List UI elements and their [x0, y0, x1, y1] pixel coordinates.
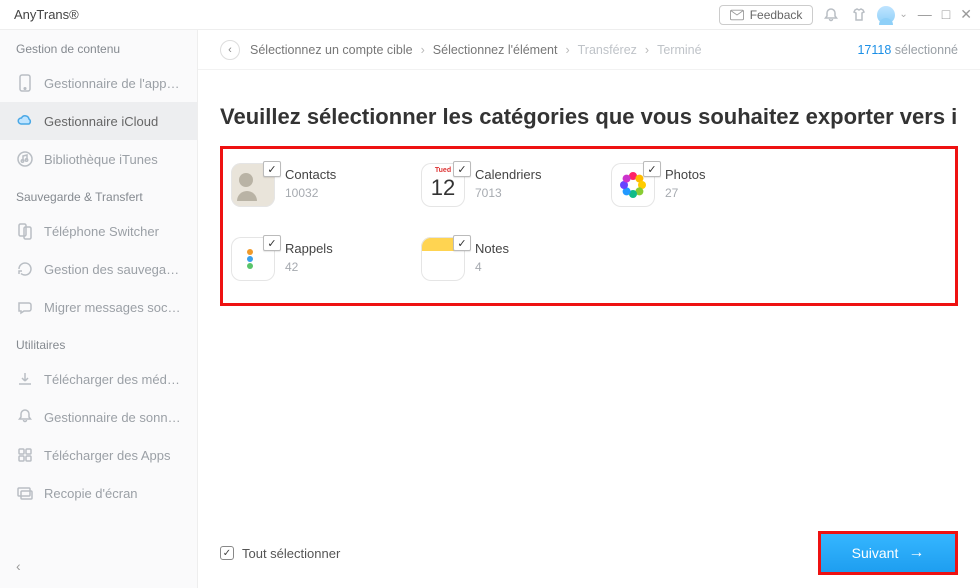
collapse-sidebar-button[interactable]: ‹ [0, 548, 197, 588]
next-button[interactable]: Suivant → [821, 534, 955, 572]
main: ‹ Sélectionnez un compte cible › Sélecti… [198, 30, 980, 588]
sidebar-item-label: Bibliothèque iTunes [44, 152, 158, 167]
sidebar-item-device-manager[interactable]: Gestionnaire de l'appareil [0, 64, 197, 102]
category-label: Contacts [285, 167, 336, 182]
category-photos[interactable]: ✓ Photos 27 [611, 163, 761, 207]
category-label: Calendriers [475, 167, 541, 182]
category-label: Rappels [285, 241, 333, 256]
selection-count: 17118 sélectionné [857, 43, 958, 57]
sidebar-group-utilities: Utilitaires [0, 326, 197, 360]
feedback-button[interactable]: Feedback [719, 5, 814, 25]
maximize-button[interactable]: □ [942, 6, 950, 23]
chevron-down-icon[interactable]: ⌄ [899, 9, 907, 20]
chevron-right-icon: › [645, 43, 649, 57]
category-contacts[interactable]: ✓ Contacts 10032 [231, 163, 381, 207]
sidebar-item-screen-copy[interactable]: Recopie d'écran [0, 474, 197, 512]
sidebar-item-icloud-manager[interactable]: Gestionnaire iCloud [0, 102, 197, 140]
checkbox-icon[interactable]: ✓ [643, 161, 661, 177]
titlebar: AnyTrans® Feedback ⌄ — □ ✕ [0, 0, 980, 30]
bell-icon[interactable] [821, 5, 841, 25]
checkbox-icon[interactable]: ✓ [453, 161, 471, 177]
close-button[interactable]: ✕ [960, 6, 972, 23]
sidebar-item-label: Gestionnaire de l'appareil [44, 76, 181, 91]
sidebar-item-label: Gestionnaire iCloud [44, 114, 158, 129]
feedback-label: Feedback [750, 8, 803, 22]
category-label: Notes [475, 241, 509, 256]
mail-icon [730, 9, 744, 21]
checkbox-icon: ✓ [220, 546, 234, 560]
category-reminders[interactable]: ✓ Rappels 42 [231, 237, 381, 281]
category-count: 27 [665, 186, 705, 200]
sidebar-item-ringtone-manager[interactable]: Gestionnaire de sonnerie [0, 398, 197, 436]
categories-grid: ✓ Contacts 10032 Tued 12 ✓ [231, 163, 947, 281]
reminders-icon: ✓ [231, 237, 275, 281]
sidebar-item-itunes-library[interactable]: Bibliothèque iTunes [0, 140, 197, 178]
minimize-button[interactable]: — [918, 6, 932, 23]
contacts-icon: ✓ [231, 163, 275, 207]
breadcrumb-step: Terminé [657, 43, 701, 57]
sidebar-item-media-download[interactable]: Télécharger des médias [0, 360, 197, 398]
checkbox-icon[interactable]: ✓ [453, 235, 471, 251]
calendar-icon: Tued 12 ✓ [421, 163, 465, 207]
chevron-right-icon: › [565, 43, 569, 57]
breadcrumb: ‹ Sélectionnez un compte cible › Sélecti… [198, 30, 980, 70]
arrow-right-icon: → [908, 544, 924, 562]
sidebar-item-label: Migrer messages sociaux [44, 300, 181, 315]
sidebar-item-label: Télécharger des Apps [44, 448, 170, 463]
sidebar-item-label: Gestionnaire de sonnerie [44, 410, 181, 425]
footer: ✓ Tout sélectionner Suivant → [198, 528, 980, 588]
breadcrumb-step: Transférez [578, 43, 637, 57]
sidebar-item-label: Téléphone Switcher [44, 224, 159, 239]
sidebar-item-label: Télécharger des médias [44, 372, 181, 387]
categories-area-highlight: ✓ Contacts 10032 Tued 12 ✓ [220, 146, 958, 306]
sidebar-item-label: Recopie d'écran [44, 486, 138, 501]
breadcrumb-back-button[interactable]: ‹ [220, 40, 240, 60]
select-all-checkbox[interactable]: ✓ Tout sélectionner [220, 546, 340, 561]
notes-icon: ✓ [421, 237, 465, 281]
photos-icon: ✓ [611, 163, 655, 207]
category-count: 10032 [285, 186, 336, 200]
checkbox-icon[interactable]: ✓ [263, 161, 281, 177]
sidebar-item-apps-download[interactable]: Télécharger des Apps [0, 436, 197, 474]
next-button-label: Suivant [852, 545, 899, 561]
sidebar-item-social-migrate[interactable]: Migrer messages sociaux [0, 288, 197, 326]
app-title: AnyTrans® [14, 7, 79, 22]
next-button-highlight: Suivant → [818, 531, 958, 575]
sidebar-item-phone-switcher[interactable]: Téléphone Switcher [0, 212, 197, 250]
avatar[interactable] [877, 6, 895, 24]
chevron-right-icon: › [421, 43, 425, 57]
category-label: Photos [665, 167, 705, 182]
page-title: Veuillez sélectionner les catégories que… [220, 104, 958, 130]
sidebar-item-backup-manager[interactable]: Gestion des sauvegardes [0, 250, 197, 288]
category-notes[interactable]: ✓ Notes 4 [421, 237, 571, 281]
sidebar-group-content: Gestion de contenu [0, 30, 197, 64]
shirt-icon[interactable] [849, 5, 869, 25]
select-all-label: Tout sélectionner [242, 546, 340, 561]
sidebar-group-backup: Sauvegarde & Transfert [0, 178, 197, 212]
sidebar-item-label: Gestion des sauvegardes [44, 262, 181, 277]
breadcrumb-step[interactable]: Sélectionnez l'élément [433, 43, 558, 57]
category-count: 7013 [475, 186, 541, 200]
category-count: 42 [285, 260, 333, 274]
category-calendars[interactable]: Tued 12 ✓ Calendriers 7013 [421, 163, 571, 207]
breadcrumb-step[interactable]: Sélectionnez un compte cible [250, 43, 413, 57]
sidebar: Gestion de contenu Gestionnaire de l'app… [0, 30, 198, 588]
category-count: 4 [475, 260, 509, 274]
checkbox-icon[interactable]: ✓ [263, 235, 281, 251]
